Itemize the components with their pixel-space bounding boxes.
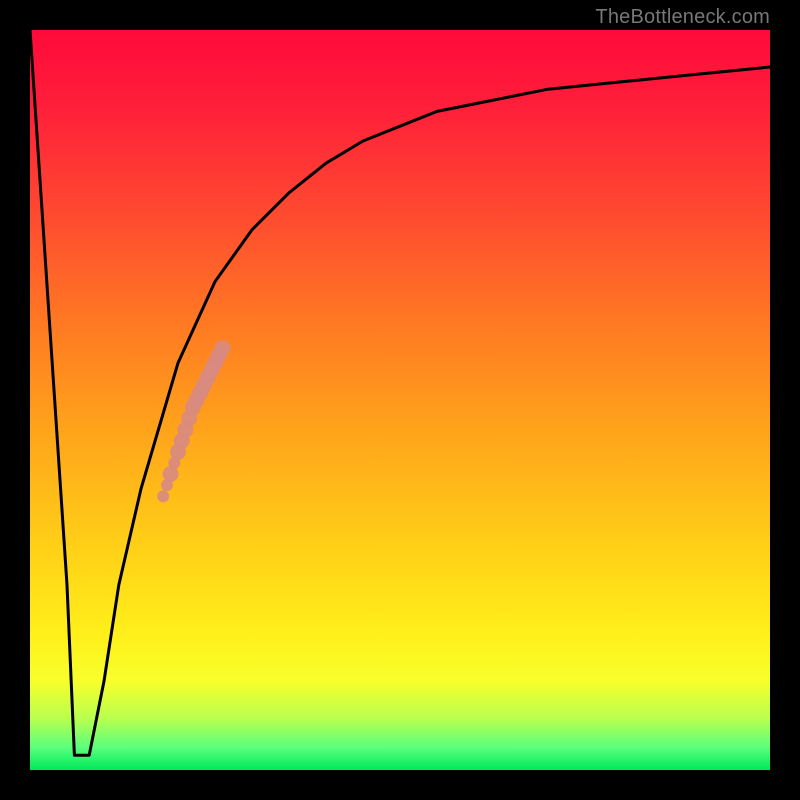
chart-svg xyxy=(30,30,770,770)
attribution-text: TheBottleneck.com xyxy=(595,6,770,29)
main-curve xyxy=(30,30,770,755)
highlight-markers xyxy=(157,340,230,502)
highlight-dot xyxy=(214,340,230,356)
chart-frame: TheBottleneck.com xyxy=(0,0,800,800)
plot-area xyxy=(30,30,770,770)
highlight-dot xyxy=(157,490,169,502)
